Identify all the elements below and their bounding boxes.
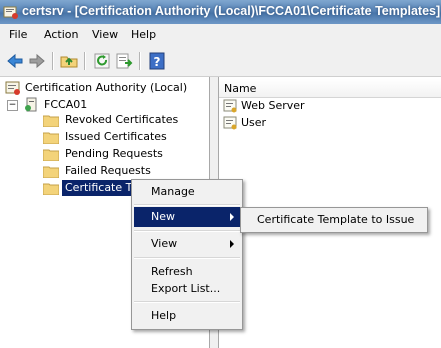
menu-item-label: View [151,237,178,250]
list-item-label: User [241,116,267,129]
submenu-certificate-template-to-issue[interactable]: Certificate Template to Issue [243,210,425,230]
tree-item-revoked-certificates[interactable]: Revoked Certificates [42,112,203,128]
up-folder-icon[interactable] [59,51,79,71]
tree-label: FCCA01 [44,98,88,111]
forward-icon[interactable] [27,51,47,71]
menu-view[interactable]: View [92,28,118,41]
context-menu: Manage New View Refresh Export List... H… [131,179,243,330]
menu-item-label: Manage [151,185,195,198]
tree-label: Revoked Certificates [65,113,179,126]
tree-label: Certification Authority (Local) [25,81,188,94]
help-icon[interactable]: ? [147,51,167,71]
tree-item-fcca01[interactable]: − FCCA01 [7,97,197,113]
svg-text:?: ? [154,55,161,69]
menu-action[interactable]: Action [44,28,78,41]
new-submenu: Certificate Template to Issue [240,207,428,233]
menu-file[interactable]: File [9,28,27,41]
certsrv-app-icon [3,4,19,20]
toolbar-separator [139,52,141,70]
menu-item-label: Export List... [151,282,221,295]
tree-item-pending-requests[interactable]: Pending Requests [42,146,203,162]
list-item-user[interactable]: User [223,115,423,131]
menu-item-label: Refresh [151,265,193,278]
menu-bar: File Action View Help [0,24,441,46]
list-item-label: Web Server [241,99,305,112]
menu-item-label: Help [151,309,177,322]
folder-icon [42,182,60,196]
tree-label: Issued Certificates [65,130,167,143]
context-menu-help[interactable]: Help [134,306,240,326]
refresh-icon[interactable] [92,51,112,71]
window-title: certsrv - [Certification Authority (Loca… [22,4,441,18]
submenu-arrow-icon [230,213,234,221]
tree-item-certification-authority[interactable]: Certification Authority (Local) [5,80,205,96]
context-menu-new[interactable]: New [134,207,240,227]
column-header-name[interactable]: Name [219,79,441,98]
certificate-template-icon [223,115,239,131]
tree-label: Failed Requests [65,164,151,177]
list-item-web-server[interactable]: Web Server [223,98,423,114]
toolbar-separator [52,52,54,70]
column-header-label: Name [224,82,257,95]
folder-icon [42,165,60,179]
context-menu-view[interactable]: View [134,234,240,254]
menu-help[interactable]: Help [131,28,156,41]
title-bar: certsrv - [Certification Authority (Loca… [0,0,441,24]
tree-item-issued-certificates[interactable]: Issued Certificates [42,129,203,145]
menu-item-label: Certificate Template to Issue [257,213,415,226]
menu-separator [134,230,240,232]
menu-separator [134,301,240,303]
certificate-template-icon [223,98,239,114]
folder-icon [42,131,60,145]
context-menu-manage[interactable]: Manage [134,182,240,202]
menu-separator [134,257,240,259]
export-list-icon[interactable] [114,51,134,71]
ca-server-icon [23,97,39,113]
folder-icon [42,114,60,128]
menu-separator [134,204,240,206]
collapse-toggle[interactable]: − [7,100,18,111]
tree-item-failed-requests[interactable]: Failed Requests [42,163,203,179]
toolbar-separator [84,52,86,70]
back-icon[interactable] [5,51,25,71]
menu-item-label: New [151,210,175,223]
submenu-arrow-icon [230,240,234,248]
folder-icon [42,148,60,162]
tree-label: Pending Requests [65,147,163,160]
context-menu-export-list[interactable]: Export List... [134,279,240,299]
toolbar: ? [0,46,441,77]
certificate-authority-icon [5,80,21,96]
